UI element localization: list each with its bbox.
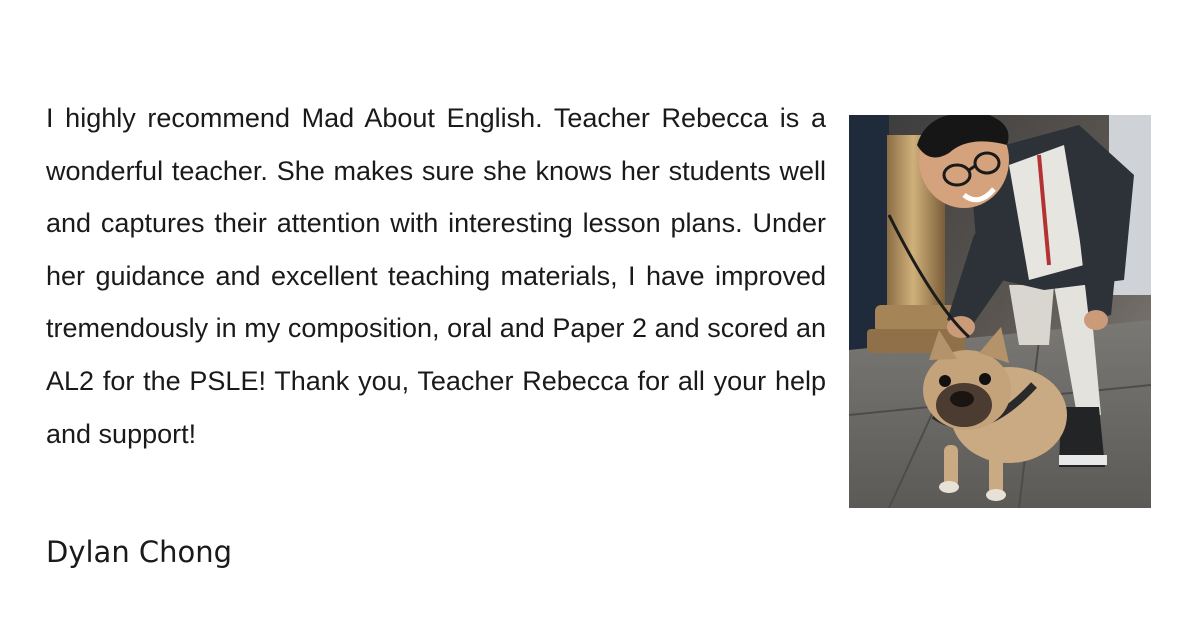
testimonial-page: I highly recommend Mad About English. Te… <box>0 0 1192 640</box>
testimonial-text: I highly recommend Mad About English. Te… <box>46 103 826 449</box>
testimonial-photo <box>849 115 1151 508</box>
testimonial-author: Dylan Chong <box>46 535 233 569</box>
